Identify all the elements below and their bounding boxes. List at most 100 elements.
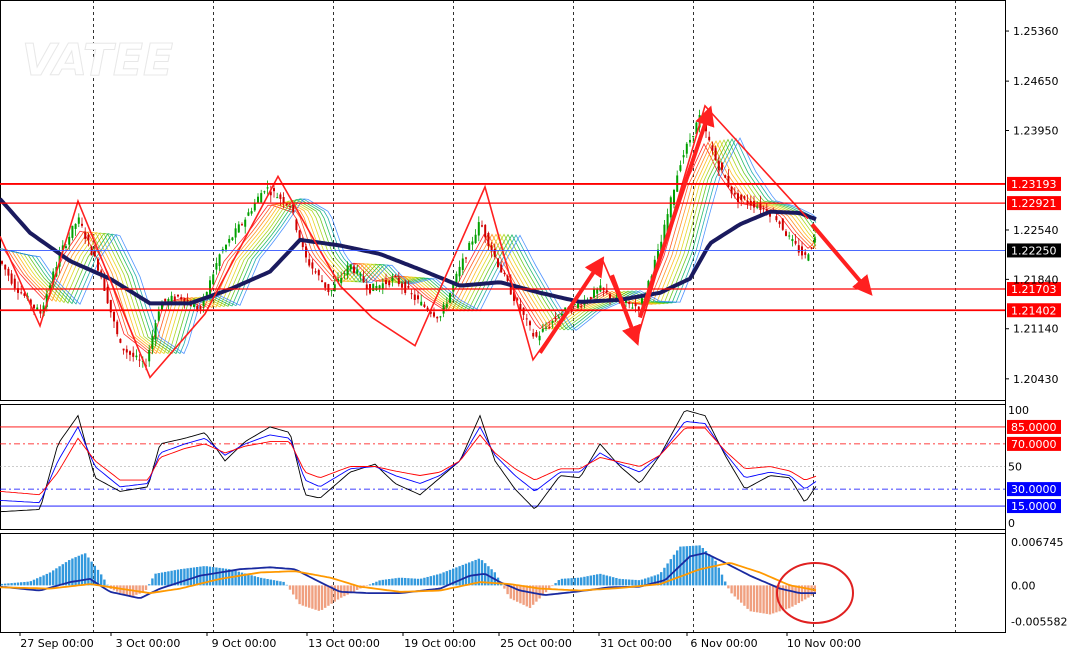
macd-histogram-bar	[407, 578, 410, 586]
watermark-logo: VATEE	[22, 35, 173, 86]
macd-histogram-bar	[298, 585, 301, 605]
candle-body	[404, 281, 407, 293]
macd-histogram-bar	[474, 559, 477, 586]
candle-body	[679, 165, 682, 171]
candle-body	[164, 298, 167, 302]
macd-histogram-bar	[605, 575, 608, 586]
candle-body	[692, 135, 695, 137]
stochastic-panel[interactable]	[0, 410, 1005, 513]
candle-body	[273, 188, 275, 192]
price-panel[interactable]	[0, 104, 1005, 379]
macd-histogram-bar	[599, 573, 602, 586]
macd-histogram-bar	[39, 576, 42, 586]
macd-histogram-bar	[573, 577, 576, 586]
candle-body	[295, 219, 298, 231]
candle-body	[724, 175, 727, 178]
macd-histogram-bar	[16, 582, 20, 586]
candle-body	[285, 204, 288, 206]
candle-body	[372, 283, 375, 291]
time-tick-label: 10 Nov 00:00	[787, 637, 861, 650]
macd-histogram-bar	[576, 577, 580, 586]
macd-histogram-bar	[695, 545, 698, 586]
candle-body	[84, 232, 87, 239]
time-tick-label: 3 Oct 00:00	[116, 637, 181, 650]
stochastic-level-label: 15.0000	[1011, 500, 1057, 513]
candle-body	[193, 304, 195, 308]
candle-body	[442, 304, 445, 314]
macd-histogram-bar	[333, 585, 336, 602]
macd-histogram-bar	[736, 585, 740, 600]
candle-body	[388, 280, 391, 286]
candle-body	[535, 332, 538, 337]
macd-histogram-bar	[621, 579, 624, 586]
candle-body	[807, 254, 810, 261]
candle-body	[545, 327, 547, 329]
macd-histogram-bar	[247, 574, 250, 586]
macd-histogram-bar	[560, 578, 564, 586]
candle-body	[151, 335, 154, 350]
time-tick-label: 19 Oct 00:00	[404, 637, 476, 650]
candle-body	[177, 294, 179, 297]
macd-histogram-bar	[208, 566, 212, 586]
macd-histogram-bar	[522, 585, 525, 605]
candle-body	[209, 280, 211, 295]
candle-body	[410, 293, 413, 295]
candle-body	[804, 252, 807, 255]
candle-body	[122, 348, 125, 351]
macd-histogram-bar	[618, 578, 621, 586]
candle-body	[81, 223, 83, 226]
macd-histogram-bar	[324, 585, 327, 608]
macd-histogram-bar	[397, 577, 400, 586]
macd-histogram-bar	[720, 574, 724, 586]
candle-body	[685, 143, 688, 154]
macd-histogram-bar	[269, 579, 272, 586]
macd-histogram-bar	[7, 583, 10, 586]
macd-histogram-bar	[32, 579, 36, 586]
candle-body	[225, 244, 227, 250]
candle-body	[449, 292, 451, 303]
macd-histogram-bar	[640, 579, 644, 586]
candle-body	[721, 162, 723, 170]
macd-histogram-bar	[308, 585, 311, 608]
candle-body	[439, 316, 442, 318]
candle-body	[733, 192, 736, 195]
macd-histogram-bar	[90, 561, 93, 586]
macd-panel[interactable]	[0, 545, 854, 624]
candle-body	[436, 316, 439, 319]
candle-body	[346, 265, 349, 276]
macd-histogram-bar	[698, 545, 701, 586]
candle-body	[148, 349, 151, 362]
time-tick-label: 6 Nov 00:00	[690, 637, 757, 650]
candle-body	[362, 276, 365, 283]
candle-body	[116, 321, 119, 335]
macd-histogram-bar	[733, 585, 736, 597]
macd-tick-label: 0.00	[1011, 579, 1036, 592]
price-tick-label: 1.20430	[1013, 373, 1059, 386]
candle-body	[4, 264, 7, 270]
candle-body	[157, 311, 160, 321]
macd-histogram-bar	[637, 580, 640, 586]
macd-histogram-bar	[327, 585, 330, 606]
macd-histogram-bar	[743, 585, 746, 606]
candle-body	[385, 280, 387, 285]
candle-body	[756, 206, 759, 208]
macd-histogram-bar	[628, 579, 631, 586]
macd-histogram-bar	[807, 585, 810, 598]
candle-body	[397, 277, 400, 285]
candle-body	[353, 266, 355, 273]
price-tick-label: 1.23950	[1013, 125, 1059, 138]
macd-histogram-bar	[170, 570, 173, 586]
price-tick-label: 1.25360	[1013, 25, 1059, 38]
candle-body	[417, 295, 419, 300]
macd-histogram-bar	[519, 585, 522, 604]
candle-body	[551, 321, 554, 323]
macd-histogram-bar	[416, 578, 420, 586]
candle-body	[461, 258, 464, 270]
candle-body	[119, 338, 122, 343]
macd-histogram-bar	[439, 573, 442, 586]
macd-histogram-bar	[506, 585, 509, 595]
macd-histogram-bar	[580, 577, 583, 586]
candle-body	[797, 245, 800, 253]
candle-body	[311, 262, 314, 269]
macd-histogram-bar	[192, 567, 196, 586]
